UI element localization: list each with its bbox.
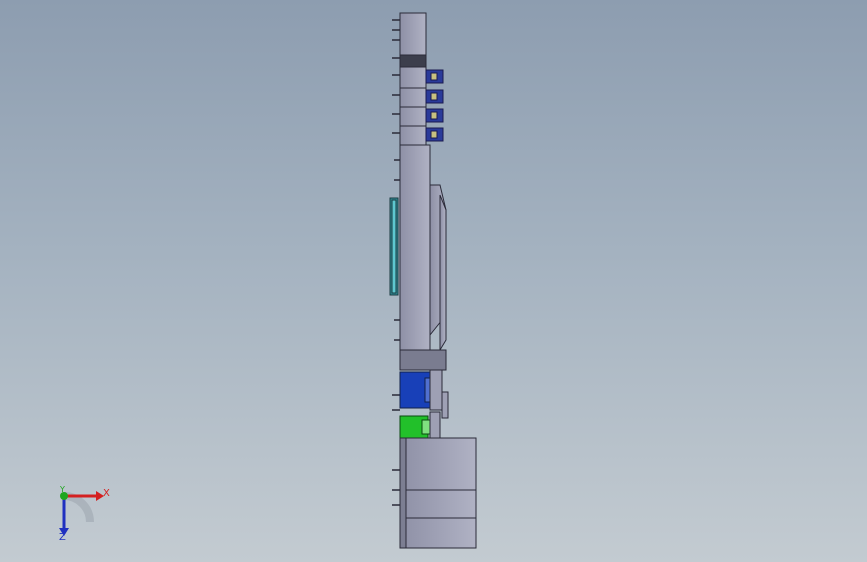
assembly-side-view[interactable] [0,0,867,562]
teal-module [389,197,399,296]
blue-connector [399,369,449,419]
orientation-triad[interactable] [59,491,104,536]
green-connector [399,411,441,441]
z-axis-label: Z [59,532,66,543]
main-body [399,144,447,371]
cad-3d-viewport[interactable]: X Y Z [0,0,867,562]
bottom-block [399,437,477,549]
triad-arc [63,492,94,523]
x-axis-label: X [103,488,110,499]
terminal-connectors [425,69,444,142]
top-housing [399,12,427,146]
y-axis-label: Y [60,485,65,494]
